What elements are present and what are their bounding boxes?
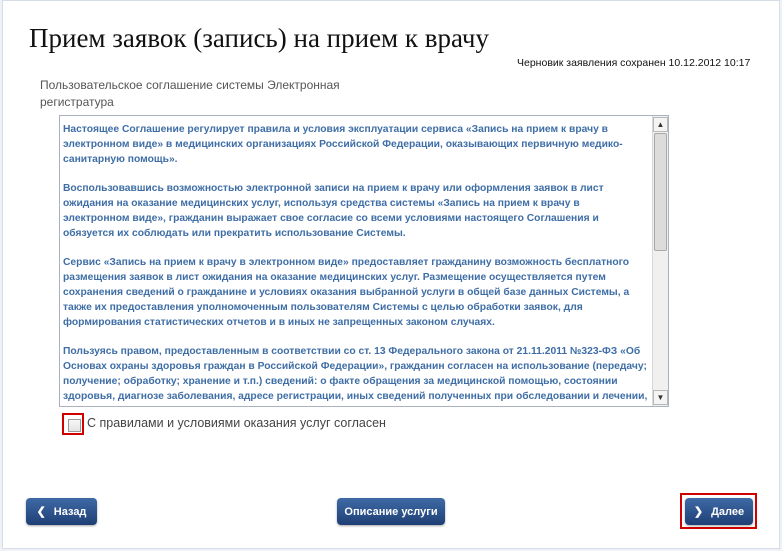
chevron-left-icon: ❮ xyxy=(36,506,46,518)
agreement-paragraph: Пользуясь правом, предоставленным в соот… xyxy=(63,346,648,402)
consent-checkbox[interactable] xyxy=(68,419,81,432)
consent-checkbox-highlight xyxy=(62,413,84,435)
triangle-up-icon[interactable]: ▲ xyxy=(653,117,668,132)
agreement-paragraph: Сервис «Запись на прием к врачу в электр… xyxy=(63,257,630,328)
service-description-button[interactable]: Описание услуги xyxy=(337,498,445,525)
back-button-label: Назад xyxy=(53,505,87,518)
agreement-scrollbar[interactable]: ▲ ▼ xyxy=(652,116,668,406)
agreement-heading: Пользовательское соглашение системы Элек… xyxy=(40,78,340,109)
agreement-text: Настоящее Соглашение регулирует правила … xyxy=(63,122,648,406)
service-description-label: Описание услуги xyxy=(344,505,438,518)
triangle-down-icon[interactable]: ▼ xyxy=(653,390,668,405)
agreement-box[interactable]: Настоящее Соглашение регулирует правила … xyxy=(59,115,669,407)
next-button[interactable]: ❯ Далее xyxy=(685,498,753,525)
page-title: Прием заявок (запись) на прием к врачу xyxy=(29,23,489,53)
chevron-right-icon: ❯ xyxy=(693,506,704,518)
back-button[interactable]: ❮ Назад xyxy=(26,498,97,525)
page: Прием заявок (запись) на прием к врачу Ч… xyxy=(2,0,780,549)
scroll-thumb[interactable] xyxy=(654,133,667,251)
agreement-paragraph: Настоящее Соглашение регулирует правила … xyxy=(63,124,623,165)
draft-status: Черновик заявления сохранен 10.12.2012 1… xyxy=(517,57,751,69)
agreement-paragraph: Воспользовавшись возможностью электронно… xyxy=(63,183,604,239)
consent-label[interactable]: С правилами и условиями оказания услуг с… xyxy=(87,416,386,430)
next-button-label: Далее xyxy=(711,505,745,518)
